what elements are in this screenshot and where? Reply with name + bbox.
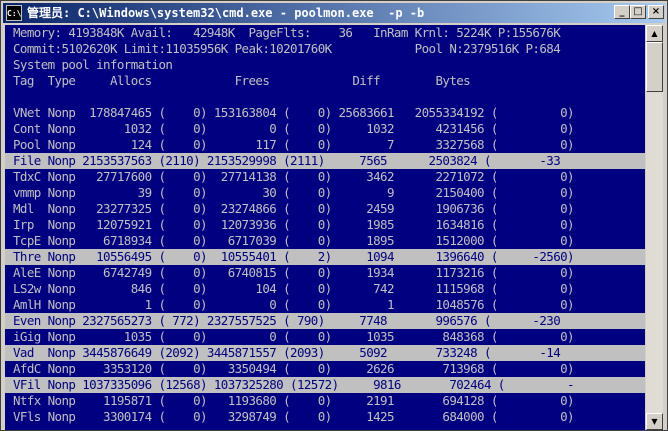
cmd-window: C:\ 管理员: C:\Windows\system32\cmd.exe - p… [0,0,668,431]
minimize-button[interactable]: _ [614,5,630,19]
pool-tag-row: File Nonp 2153537563 (2110) 2153529998 (… [5,153,645,169]
pool-tag-row: AmlH Nonp 1 ( 0) 0 ( 0) 1 1048576 ( 0) [13,297,575,312]
pool-tag-row: AfdC Nonp 3353120 ( 0) 3350494 ( 0) 2626… [13,361,575,376]
console-output[interactable]: Memory: 4193848K Avail: 42948K PageFlts:… [5,25,645,430]
title-bar[interactable]: C:\ 管理员: C:\Windows\system32\cmd.exe - p… [3,3,665,23]
vertical-scrollbar[interactable]: ▲ ▼ [646,25,663,430]
pool-tag-row: iGig Nonp 1035 ( 0) 0 ( 0) 1035 848368 (… [13,329,575,344]
scroll-thumb[interactable] [646,42,663,92]
pool-tag-row: Ntfx Nonp 1195871 ( 0) 1193680 ( 0) 2191… [13,393,575,408]
pool-tag-row: vmmp Nonp 39 ( 0) 30 ( 0) 9 2150400 ( 0) [13,185,575,200]
pool-tag-row: Mdl Nonp 23277325 ( 0) 23274866 ( 0) 245… [13,201,575,216]
close-button[interactable]: × [648,5,664,19]
scroll-up-button[interactable]: ▲ [646,25,663,42]
pool-tag-row: VNet Nonp 178847465 ( 0) 153163804 ( 0) … [13,105,575,120]
pool-tag-row: Irp Nonp 12075921 ( 0) 12073936 ( 0) 198… [13,217,575,232]
pool-tag-row [5,89,645,105]
pool-tag-row: VFls Nonp 3300174 ( 0) 3298749 ( 0) 1425… [13,409,575,424]
pool-tag-row: LS2w Nonp 846 ( 0) 104 ( 0) 742 1115968 … [13,281,575,296]
pool-tag-row: TcpE Nonp 6718934 ( 0) 6717039 ( 0) 1895… [13,233,575,248]
pool-tag-row: AleE Nonp 6742749 ( 0) 6740815 ( 0) 1934… [13,265,575,280]
maximize-button[interactable]: □ [630,5,646,19]
console-status-line: Commit:5102620K Limit:11035956K Peak:102… [13,41,561,56]
pool-tag-row: Cont Nonp 1032 ( 0) 0 ( 0) 1032 4231456 … [13,121,575,136]
console-status-line: Memory: 4193848K Avail: 42948K PageFlts:… [13,25,561,40]
pool-tag-row: Pool Nonp 124 ( 0) 117 ( 0) 7 3327568 ( … [13,137,575,152]
cmd-icon[interactable]: C:\ [6,5,22,21]
column-header-line: Tag Type Allocs Frees Diff Bytes [13,73,471,88]
pool-tag-row: Thre Nonp 10556495 ( 0) 10555401 ( 2) 10… [5,249,645,265]
scroll-down-button[interactable]: ▼ [646,413,663,430]
console-status-line: System pool information [13,57,173,72]
pool-tag-row: VFil Nonp 1037335096 (12568) 1037325280 … [5,377,645,393]
pool-tag-row: TdxC Nonp 27717600 ( 0) 27714138 ( 0) 34… [13,169,575,184]
pool-tag-row: Even Nonp 2327565273 ( 772) 2327557525 (… [5,313,645,329]
pool-tag-row: Vad Nonp 3445876649 (2092) 3445871557 (2… [5,345,645,361]
window-title: 管理员: C:\Windows\system32\cmd.exe - poolm… [27,6,425,20]
